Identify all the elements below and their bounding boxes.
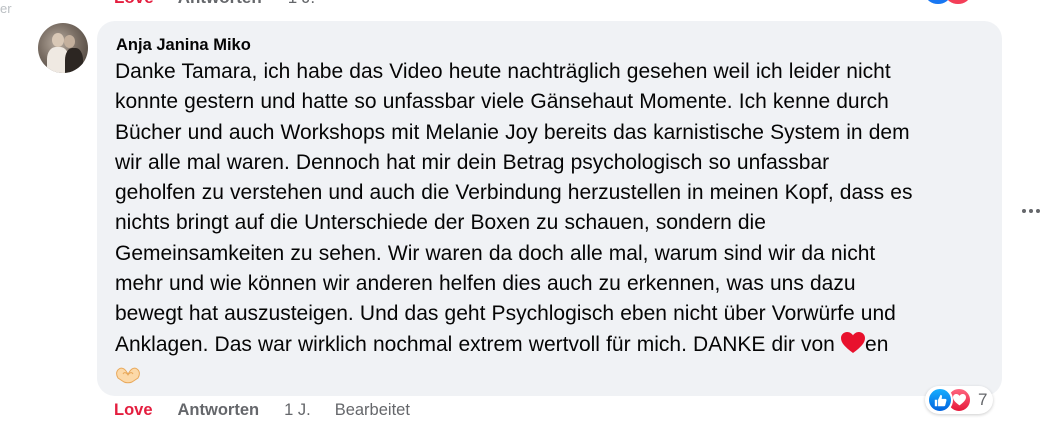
love-icon [946,0,970,4]
comment-actions: Love Antworten 1 J. Bearbeitet [114,401,410,420]
previous-timestamp[interactable]: 1 J. [288,0,315,8]
reply-link[interactable]: Antworten [178,401,260,420]
heart-hands-icon [116,367,140,384]
comment-line: Gemeinsamkeiten zu sehen. Wir waren da d… [115,241,876,265]
left-edge-fragment: er [0,1,12,16]
reaction-summary[interactable]: 7 [925,386,994,414]
previous-reaction-summary[interactable] [926,0,974,4]
previous-love-link[interactable]: Love [114,0,154,8]
dot-icon [1022,209,1026,213]
comment-bubble: Anja Janina Miko Danke Tamara, ich habe … [97,21,1002,396]
comment-line: Anklagen. Das war wirklich nochmal extre… [115,332,835,356]
comment-line: bewegt hat auszusteigen. Und das geht Ps… [115,302,896,326]
comment-line-last: Anklagen. Das war wirklich nochmal extre… [115,330,995,360]
comment-text: Danke Tamara, ich habe das Video heute n… [115,57,995,384]
avatar-photo-part [64,35,75,48]
comment-line: mehr und wie können wir anderen helfen d… [115,272,856,296]
heart-icon [952,394,966,406]
comment-line: Danke Tamara, ich habe das Video heute n… [115,60,891,83]
comment-line: konnte gestern und hatte so unfassbar vi… [115,90,889,114]
reaction-count: 7 [978,390,988,409]
like-icon [927,387,953,413]
timestamp[interactable]: 1 J. [284,401,311,420]
comment-line: Bücher und auch Workshops mit Melanie Jo… [115,120,910,144]
previous-reply-link[interactable]: Antworten [178,0,262,8]
comment-line: geholfen zu verstehen und auch die Verbi… [115,181,913,205]
dot-icon [1029,209,1033,213]
dot-icon [1036,209,1040,213]
red-heart-icon [841,331,866,353]
like-icon [926,0,950,4]
comment-line-suffix: en [865,332,889,356]
avatar-photo-part [65,48,83,73]
previous-comment-actions: Love Antworten 1 J. [114,0,315,8]
comment-line: nichts bringt auf die Unterschiede der B… [115,211,766,235]
comment-author[interactable]: Anja Janina Miko [116,35,984,55]
comment-line: wir alle mal waren. Dennoch hat mir dein… [115,150,830,174]
avatar[interactable] [38,23,88,73]
edited-label: Bearbeitet [334,401,410,419]
avatar-photo-part [52,33,64,47]
more-options-button[interactable] [1016,200,1046,222]
love-link[interactable]: Love [114,401,153,420]
thumbs-up-icon [934,394,946,406]
